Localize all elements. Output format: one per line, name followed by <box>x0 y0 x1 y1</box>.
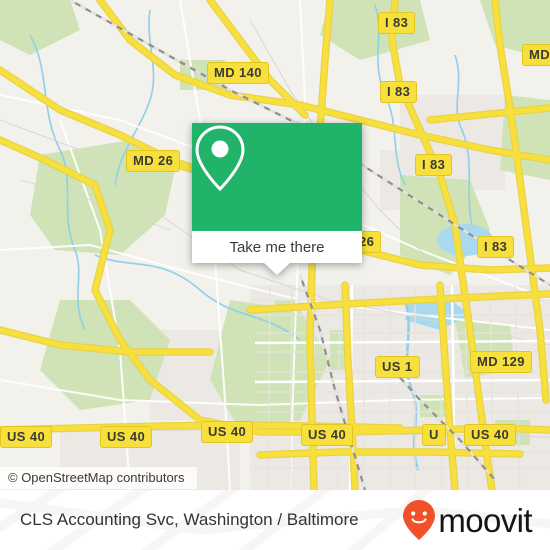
moovit-wordmark: moovit <box>438 501 532 539</box>
road-shield[interactable]: US 40 <box>301 424 354 446</box>
road-shield[interactable]: I 83 <box>380 81 418 103</box>
road-shield[interactable]: I 83 <box>477 236 515 258</box>
take-me-there-label: Take me there <box>229 238 325 256</box>
road-shield[interactable]: US 40 <box>201 421 254 443</box>
callout-pointer <box>264 263 290 275</box>
moovit-brand[interactable]: moovit <box>402 499 533 541</box>
road-shield[interactable]: US 40 <box>0 426 53 448</box>
road-shield[interactable]: MD 26 <box>126 150 181 172</box>
road-shield[interactable]: US 1 <box>375 356 420 378</box>
road-shield[interactable]: US 40 <box>464 424 517 446</box>
road-shield[interactable]: US 40 <box>100 426 153 448</box>
road-shield[interactable]: MD 1 <box>522 44 550 66</box>
map-attribution-label: © OpenStreetMap contributors <box>8 470 185 485</box>
moovit-smiley-pin-icon <box>403 500 436 540</box>
take-me-there-button[interactable]: Take me there <box>192 231 362 263</box>
road-shield[interactable]: I 83 <box>415 154 453 176</box>
road-shield[interactable]: I 83 <box>378 12 416 34</box>
location-callout-card[interactable]: Take me there <box>192 123 362 275</box>
place-title-label: CLS Accounting Svc, Washington / Baltimo… <box>20 510 359 529</box>
road-shield[interactable]: U <box>422 424 446 446</box>
footer-bar: CLS Accounting Svc, Washington / Baltimo… <box>0 490 550 550</box>
moovit-location-card: MD 140 I 83 MD 1 I 83 MD 26 I 83 I 83 26… <box>0 0 550 550</box>
map-attribution[interactable]: © OpenStreetMap contributors <box>0 467 197 489</box>
place-title: CLS Accounting Svc, Washington / Baltimo… <box>20 510 359 530</box>
map-canvas[interactable]: MD 140 I 83 MD 1 I 83 MD 26 I 83 I 83 26… <box>0 0 550 490</box>
callout-header <box>192 123 362 231</box>
road-shield[interactable]: MD 140 <box>207 62 269 84</box>
map-pin-icon <box>195 125 245 192</box>
road-shield[interactable]: MD 129 <box>470 351 532 373</box>
